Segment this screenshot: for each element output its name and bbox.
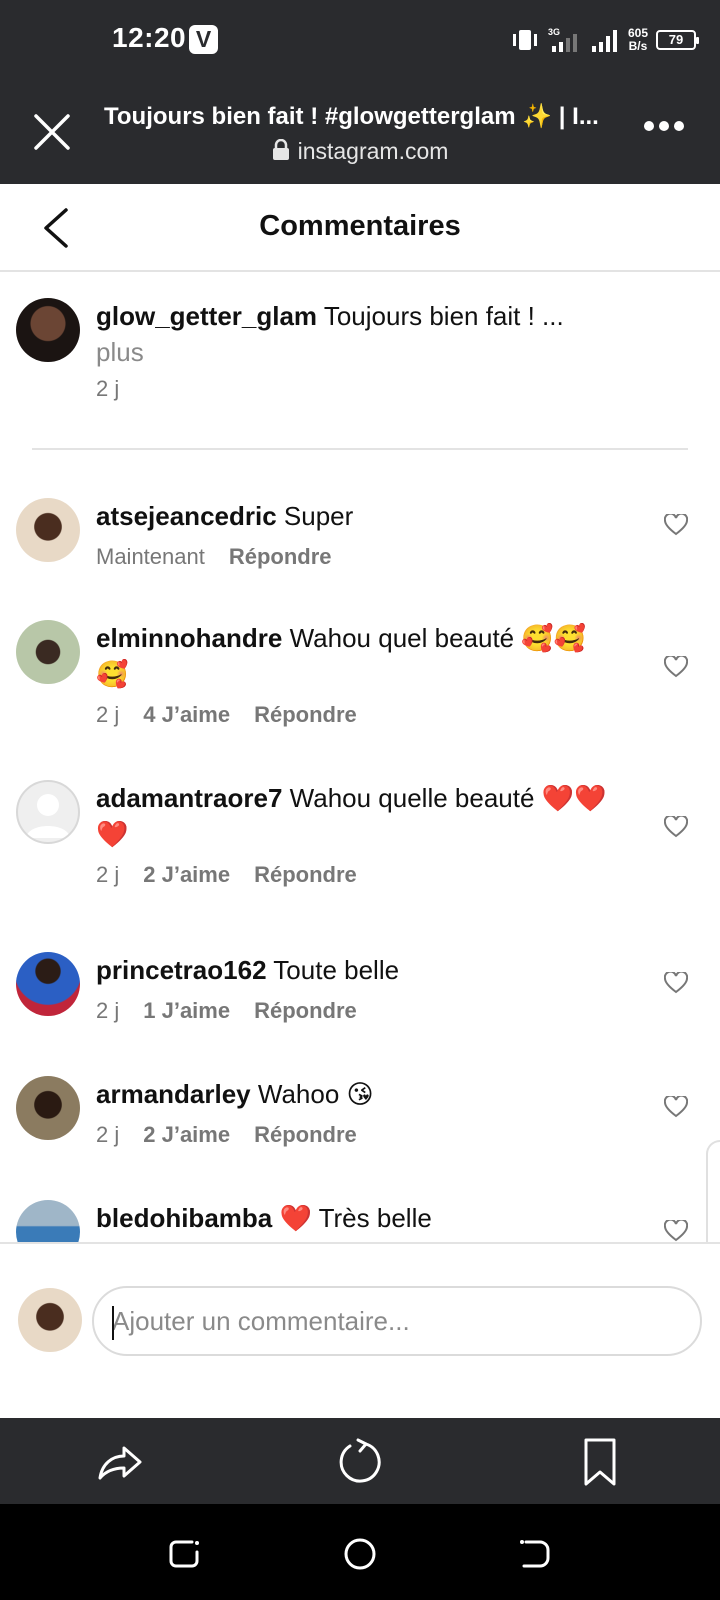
comment-composer xyxy=(0,1242,720,1406)
caption-time: 2 j xyxy=(96,376,120,401)
comment-text: adamantraore7 Wahou quelle beauté ❤️❤️❤️ xyxy=(96,780,616,852)
comment-text: atsejeancedric Super xyxy=(96,498,616,534)
comment-username[interactable]: armandarley xyxy=(96,1079,251,1109)
avatar[interactable] xyxy=(16,780,80,844)
comment-meta: Maintenant Répondre xyxy=(96,544,332,570)
comment-body: Wahoo 😘 xyxy=(257,1079,374,1109)
recents-icon[interactable] xyxy=(166,1536,202,1572)
comment-meta: 2 j 1 J’aime Répondre xyxy=(96,998,357,1024)
likes-count[interactable]: 2 J’aime xyxy=(143,1122,230,1148)
browser-toolbar xyxy=(0,1418,720,1504)
heart-icon[interactable] xyxy=(664,972,688,994)
comment-text: princetrao162 Toute belle xyxy=(96,952,616,988)
comment-meta: 2 j 4 J’aime Répondre xyxy=(96,702,357,728)
comment-meta: 2 j 2 J’aime Répondre xyxy=(96,1122,357,1148)
avatar[interactable] xyxy=(16,620,80,684)
bookmark-icon[interactable] xyxy=(576,1438,624,1486)
speed-unit: B/s xyxy=(628,39,648,53)
comment-body: ❤️ Très belle xyxy=(279,1203,432,1233)
lock-icon xyxy=(272,139,289,160)
comment-text: armandarley Wahoo 😘 xyxy=(96,1076,616,1112)
avatar[interactable] xyxy=(16,298,80,362)
signal-icon xyxy=(591,30,617,52)
comments-list[interactable]: atsejeancedric Super Maintenant Répondre… xyxy=(0,450,720,1242)
url-display[interactable]: instagram.com xyxy=(0,138,720,165)
comment-time: 2 j xyxy=(96,862,120,887)
more-link[interactable]: plus xyxy=(96,334,636,370)
likes-count[interactable]: 4 J’aime xyxy=(143,702,230,728)
nav-back-icon[interactable] xyxy=(518,1536,554,1572)
heart-icon[interactable] xyxy=(664,656,688,678)
comment-username[interactable]: atsejeancedric xyxy=(96,501,277,531)
reply-button[interactable]: Répondre xyxy=(254,998,357,1024)
comment-text: elminnohandre Wahou quel beauté 🥰🥰🥰 xyxy=(96,620,616,692)
comment-time: 2 j xyxy=(96,1122,120,1147)
heart-icon[interactable] xyxy=(664,514,688,536)
caption-username[interactable]: glow_getter_glam xyxy=(96,301,317,331)
comment-time: 2 j xyxy=(96,702,120,727)
comment-body: Toute belle xyxy=(273,955,400,985)
app-badge-icon: V xyxy=(189,25,218,54)
caption-text: glow_getter_glam Toujours bien fait ! ..… xyxy=(96,298,636,370)
more-icon[interactable] xyxy=(644,118,692,142)
likes-count[interactable]: 1 J’aime xyxy=(143,998,230,1024)
signal-3g-icon: 3G xyxy=(548,27,577,52)
reply-button[interactable]: Répondre xyxy=(254,862,357,888)
comment-input[interactable] xyxy=(94,1288,700,1354)
reload-icon[interactable] xyxy=(336,1438,384,1486)
comment-time: Maintenant xyxy=(96,544,205,569)
likes-count[interactable]: 2 J’aime xyxy=(143,862,230,888)
avatar[interactable] xyxy=(16,952,80,1016)
text-caret xyxy=(112,1306,114,1340)
avatar[interactable] xyxy=(16,498,80,562)
comment-body: Super xyxy=(283,501,354,531)
comment-time: 2 j xyxy=(96,998,120,1023)
status-icons: 3G 605 B/s 79 xyxy=(510,24,699,56)
status-time: 12:20 xyxy=(112,22,187,53)
browser-bar: Toujours bien fait ! #glowgetterglam ✨ |… xyxy=(0,82,720,184)
comment-username[interactable]: bledohibamba xyxy=(96,1203,272,1233)
page-title: Toujours bien fait ! #glowgetterglam ✨ |… xyxy=(104,103,599,130)
comment-text: bledohibamba ❤️ Très belle xyxy=(96,1200,616,1236)
vibrate-icon xyxy=(512,30,537,50)
status-bar: 12:20 V 3G 605 B/s 79 xyxy=(0,0,720,82)
post-caption: glow_getter_glam Toujours bien fait ! ..… xyxy=(0,272,720,450)
network-label: 3G xyxy=(548,27,560,37)
battery-icon: 79 xyxy=(656,30,699,50)
url-text: instagram.com xyxy=(297,138,449,164)
reply-button[interactable]: Répondre xyxy=(254,1122,357,1148)
comment-username[interactable]: adamantraore7 xyxy=(96,783,282,813)
avatar[interactable] xyxy=(16,1200,80,1242)
share-icon[interactable] xyxy=(96,1438,144,1486)
heart-icon[interactable] xyxy=(664,1220,688,1242)
avatar xyxy=(18,1288,82,1352)
heart-icon[interactable] xyxy=(664,816,688,838)
comment-input-box[interactable] xyxy=(92,1286,702,1356)
comments-header: Commentaires xyxy=(0,184,720,272)
avatar[interactable] xyxy=(16,1076,80,1140)
default-avatar-icon xyxy=(26,794,70,838)
comment-meta: 2 j 2 J’aime Répondre xyxy=(96,862,357,888)
header-title: Commentaires xyxy=(259,210,461,242)
network-speed: 605 B/s xyxy=(628,27,648,53)
home-icon[interactable] xyxy=(342,1536,378,1572)
reply-button[interactable]: Répondre xyxy=(254,702,357,728)
comment-username[interactable]: elminnohandre xyxy=(96,623,282,653)
system-nav-bar xyxy=(0,1504,720,1600)
comment-username[interactable]: princetrao162 xyxy=(96,955,267,985)
heart-icon[interactable] xyxy=(664,1096,688,1118)
reply-button[interactable]: Répondre xyxy=(229,544,332,570)
caption-body: Toujours bien fait ! ... xyxy=(323,301,564,331)
